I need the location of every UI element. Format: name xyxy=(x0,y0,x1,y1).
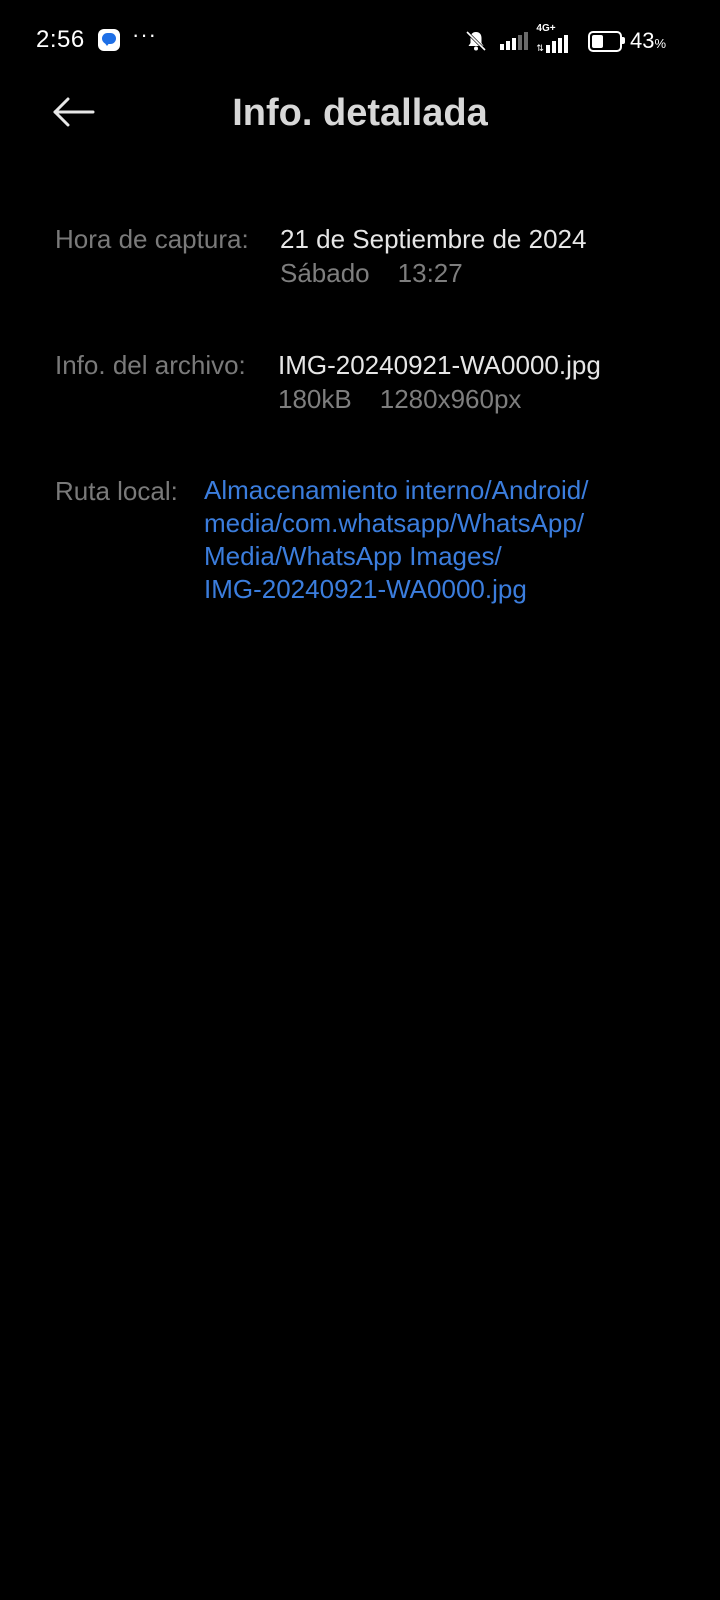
capture-time-label: Hora de captura: xyxy=(55,224,249,254)
file-size: 180kB xyxy=(278,384,352,414)
messaging-app-icon xyxy=(98,29,120,51)
signal-icon xyxy=(500,32,530,50)
status-bar: 2:56 ··· 4G+ ⇅ 43% xyxy=(0,0,720,80)
file-info-value: IMG-20240921-WA0000.jpg 180kB 1280x960px xyxy=(278,348,601,416)
file-name: IMG-20240921-WA0000.jpg xyxy=(278,350,601,380)
capture-weekday-time: Sábado 13:27 xyxy=(280,256,586,290)
network-type: 4G+ xyxy=(536,23,556,34)
status-time: 2:56 xyxy=(36,26,85,53)
battery-value: 43 xyxy=(629,28,655,53)
capture-weekday: Sábado xyxy=(280,258,370,288)
local-path-label: Ruta local: xyxy=(55,476,178,506)
battery-text: 43% xyxy=(630,28,666,54)
local-path-line[interactable]: IMG-20240921-WA0000.jpg xyxy=(204,573,588,606)
local-path-line[interactable]: media/com.whatsapp/WhatsApp/ xyxy=(204,507,588,540)
status-indicators: 4G+ ⇅ 43% xyxy=(464,23,666,56)
more-notifications-icon: ··· xyxy=(132,22,157,47)
file-info-label: Info. del archivo: xyxy=(55,350,246,380)
local-path-link[interactable]: Almacenamiento interno/Android/ media/co… xyxy=(204,474,588,606)
capture-time: 13:27 xyxy=(397,258,463,288)
file-resolution: 1280x960px xyxy=(379,384,522,414)
local-path-line[interactable]: Media/WhatsApp Images/ xyxy=(204,540,588,573)
battery-unit: % xyxy=(654,36,666,51)
local-path-line[interactable]: Almacenamiento interno/Android/ xyxy=(204,474,588,507)
page-title: Info. detallada xyxy=(232,92,488,134)
battery-icon xyxy=(587,30,625,52)
capture-date: 21 de Septiembre de 2024 xyxy=(280,224,587,254)
file-meta: 180kB 1280x960px xyxy=(278,382,601,416)
4g-plus-signal-icon: 4G+ ⇅ xyxy=(536,23,576,53)
bell-off-icon xyxy=(466,30,487,52)
capture-time-value: 21 de Septiembre de 2024 Sábado 13:27 xyxy=(280,222,586,290)
